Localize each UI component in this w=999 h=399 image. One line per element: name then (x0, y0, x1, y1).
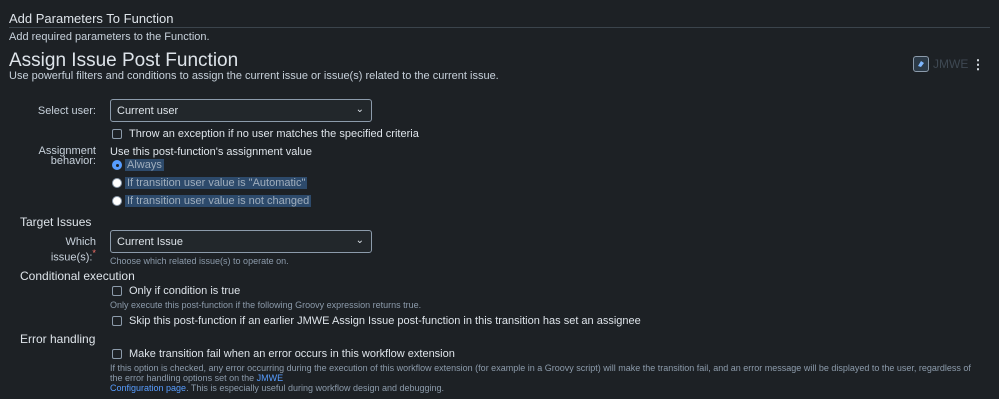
throw-exception-option[interactable]: Throw an exception if no user matches th… (112, 128, 419, 140)
jmwe-logo-icon (913, 56, 929, 72)
app-label: JMWE (933, 57, 969, 71)
condition-label: Only if condition is true (129, 285, 241, 297)
skip-label: Skip this post-function if an earlier JM… (129, 315, 641, 327)
select-user-value: Current user (117, 104, 179, 117)
radio-option-always[interactable]: Always (112, 159, 164, 171)
fail-on-error-label: Make transition fail when an error occur… (129, 348, 455, 360)
throw-exception-label: Throw an exception if no user matches th… (129, 128, 419, 140)
required-mark: * (92, 248, 96, 258)
chevron-down-icon: ⌄ (355, 235, 364, 246)
radio-label: If transition user value is "Automatic" (125, 177, 308, 189)
condition-checkbox[interactable] (112, 286, 122, 296)
radio-option-not-changed[interactable]: If transition user value is not changed (112, 195, 312, 207)
select-user-dropdown[interactable]: Current user ⌄ (110, 99, 372, 122)
condition-help: Only execute this post-function if the f… (110, 300, 422, 310)
dialog-description: Add required parameters to the Function. (9, 31, 210, 43)
which-issues-help: Choose which related issue(s) to operate… (110, 256, 289, 266)
app-badge: JMWE (913, 56, 968, 72)
radio-option-automatic[interactable]: If transition user value is "Automatic" (112, 177, 308, 189)
dialog-title: Add Parameters To Function (9, 11, 174, 26)
select-user-label: Select user: (37, 105, 96, 117)
more-icon: ⋮ (971, 57, 985, 72)
condition-option[interactable]: Only if condition is true (112, 285, 240, 297)
assignment-heading: Use this post-function's assignment valu… (110, 146, 313, 158)
divider (9, 27, 990, 28)
more-options-button[interactable]: ⋮ (969, 56, 987, 74)
radio-button[interactable] (112, 160, 122, 170)
which-issues-value: Current Issue (117, 235, 184, 248)
section-error-handling: Error handling (20, 332, 96, 346)
page-title: Assign Issue Post Function (9, 50, 239, 71)
radio-label: If transition user value is not changed (125, 195, 312, 207)
which-issues-dropdown[interactable]: Current Issue ⌄ (110, 230, 372, 253)
chevron-down-icon: ⌄ (355, 104, 364, 115)
radio-button[interactable] (112, 196, 122, 206)
fail-on-error-option[interactable]: Make transition fail when an error occur… (112, 348, 455, 360)
fail-on-error-checkbox[interactable] (112, 349, 122, 359)
skip-checkbox[interactable] (112, 316, 122, 326)
error-handling-help: If this option is checked, any error occ… (110, 363, 971, 393)
page-description: Use powerful filters and conditions to a… (9, 70, 499, 82)
radio-button[interactable] (112, 178, 122, 188)
throw-exception-checkbox[interactable] (112, 129, 122, 139)
section-target-issues: Target Issues (20, 215, 92, 229)
section-conditional-execution: Conditional execution (20, 269, 135, 283)
skip-option[interactable]: Skip this post-function if an earlier JM… (112, 315, 641, 327)
which-issues-label: Which issue(s):* (50, 236, 96, 264)
assignment-behavior-label: Assignment behavior: (38, 145, 96, 167)
radio-label: Always (125, 159, 164, 171)
